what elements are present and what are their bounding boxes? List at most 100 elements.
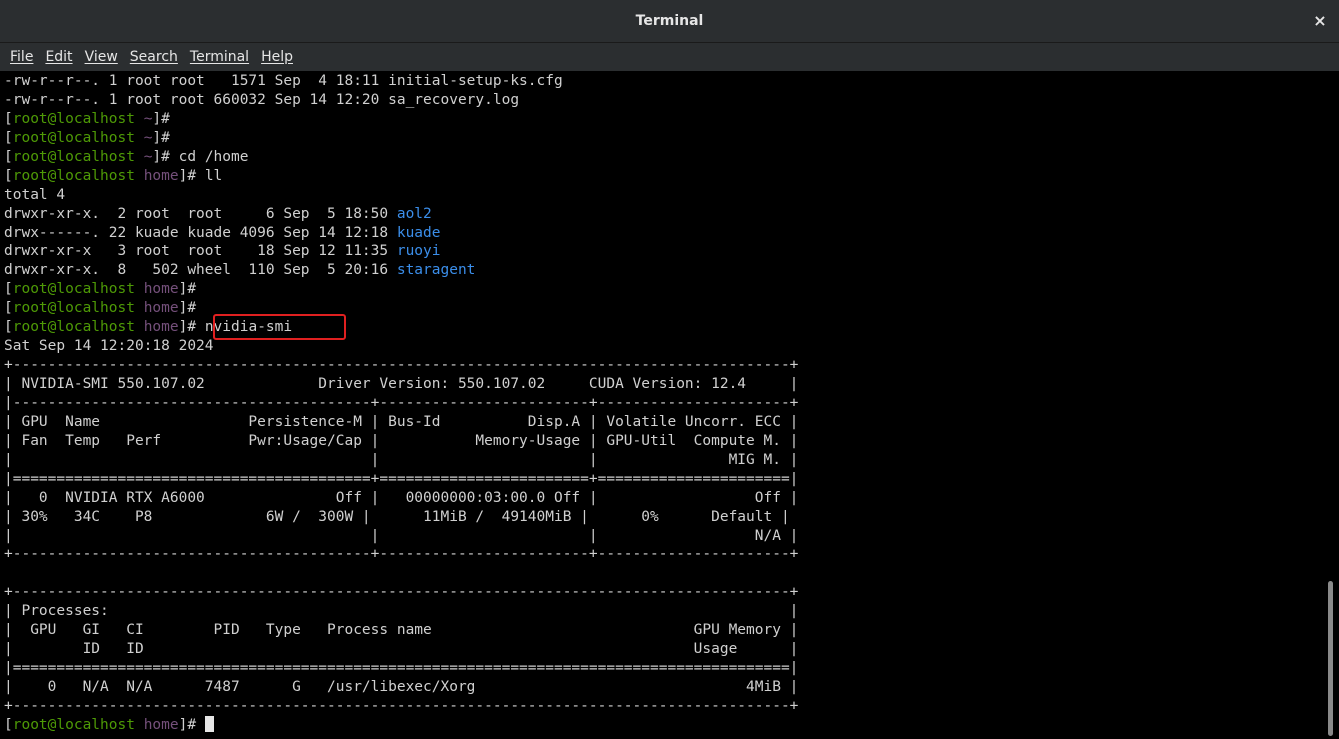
terminal-line: +---------------------------------------…	[4, 697, 798, 716]
prompt-directory: home	[143, 300, 179, 317]
prompt-suffix: ]#	[152, 129, 179, 146]
prompt-directory: home	[143, 319, 179, 336]
output-text: | GPU GI CI PID Type Process name GPU Me…	[4, 622, 799, 639]
terminal-lines: -rw-r--r--. 1 root root 1571 Sep 4 18:11…	[4, 72, 798, 735]
terminal-window: Terminal × File Edit View Search Terminal Hel…	[0, 0, 1339, 739]
prompt-suffix: ]#	[178, 167, 205, 184]
terminal-line: |=======================================…	[4, 470, 798, 489]
prompt-bracket: [	[4, 148, 13, 165]
prompt-suffix: ]#	[178, 319, 205, 336]
vertical-scrollbar[interactable]	[1322, 71, 1339, 739]
output-text: | 0 NVIDIA RTX A6000 Off | 00000000:03:0…	[4, 489, 799, 506]
terminal-line: | NVIDIA-SMI 550.107.02 Driver Version: …	[4, 375, 798, 394]
ls-directory-name: ruoyi	[396, 243, 441, 260]
output-text: |=======================================…	[4, 660, 799, 677]
terminal-line: |---------------------------------------…	[4, 394, 798, 413]
menu-edit[interactable]: Edit	[39, 43, 78, 71]
ls-entry-meta: drwxr-xr-x. 2 root root 6 Sep 5 18:50	[4, 205, 397, 222]
prompt-bracket: [	[4, 281, 13, 298]
prompt-directory: home	[143, 716, 179, 733]
prompt-user-host: root@localhost	[12, 167, 135, 184]
window-title: Terminal	[635, 13, 704, 29]
prompt-bracket: [	[4, 319, 13, 336]
prompt-suffix: ]#	[152, 110, 179, 127]
prompt-user-host: root@localhost	[12, 110, 135, 127]
output-text: Sat Sep 14 12:20:18 2024	[4, 338, 214, 355]
terminal-line: total 4	[4, 186, 798, 205]
terminal-line: -rw-r--r--. 1 root root 660032 Sep 14 12…	[4, 91, 798, 110]
scrollbar-thumb[interactable]	[1328, 581, 1333, 736]
output-text: -rw-r--r--. 1 root root 660032 Sep 14 12…	[4, 91, 520, 108]
terminal-line: | | | MIG M. |	[4, 451, 798, 470]
prompt-bracket: [	[4, 167, 13, 184]
nvidia-smi-highlight-box	[213, 314, 346, 340]
prompt-directory: home	[143, 281, 179, 298]
close-icon[interactable]: ×	[1309, 10, 1331, 32]
terminal-line: [root@localhost ~]#	[4, 129, 798, 148]
terminal-line: | Fan Temp Perf Pwr:Usage/Cap | Memory-U…	[4, 432, 798, 451]
output-text: -rw-r--r--. 1 root root 1571 Sep 4 18:11…	[4, 73, 563, 89]
ls-entry-meta: drwxr-xr-x. 8 502 wheel 110 Sep 5 20:16	[4, 262, 397, 279]
terminal-line: | 30% 34C P8 6W / 300W | 11MiB / 49140Mi…	[4, 508, 798, 527]
terminal-line: [root@localhost ~]# cd /home	[4, 148, 798, 167]
terminal-line: [root@localhost home]# nvidia-smi	[4, 318, 798, 337]
output-text: | 0 N/A N/A 7487 G /usr/libexec/Xorg 4Mi…	[4, 679, 799, 695]
terminal-line: +---------------------------------------…	[4, 583, 798, 602]
terminal-line: |=======================================…	[4, 659, 798, 678]
terminal-line: | GPU GI CI PID Type Process name GPU Me…	[4, 621, 798, 640]
menu-terminal[interactable]: Terminal	[184, 43, 255, 71]
terminal-output[interactable]: -rw-r--r--. 1 root root 1571 Sep 4 18:11…	[0, 71, 1322, 739]
prompt-bracket: [	[4, 129, 13, 146]
terminal-line: drwx------. 22 kuade kuade 4096 Sep 14 1…	[4, 224, 798, 243]
prompt-suffix: ]#	[178, 716, 205, 733]
output-text: +---------------------------------------…	[4, 584, 799, 601]
ls-directory-name: kuade	[396, 224, 441, 241]
terminal-line: -rw-r--r--. 1 root root 1571 Sep 4 18:11…	[4, 72, 798, 91]
menu-view[interactable]: View	[79, 43, 124, 71]
menu-bar: File Edit View Search Terminal Help	[0, 43, 1339, 71]
terminal-line: drwxr-xr-x 3 root root 18 Sep 12 11:35 r…	[4, 242, 798, 261]
ls-directory-name: aol2	[396, 205, 432, 222]
prompt-bracket: [	[4, 300, 13, 317]
terminal-line: | Processes: |	[4, 602, 798, 621]
title-bar[interactable]: Terminal ×	[0, 0, 1339, 43]
menu-file[interactable]: File	[4, 43, 39, 71]
command-text: cd /home	[178, 148, 249, 165]
output-text: total 4	[4, 186, 66, 203]
output-text: | ID ID Usage |	[4, 641, 799, 658]
prompt-suffix: ]#	[152, 148, 179, 165]
prompt-directory: home	[143, 167, 179, 184]
prompt-suffix: ]#	[178, 281, 205, 298]
prompt-suffix: ]#	[178, 300, 205, 317]
prompt-user-host: root@localhost	[12, 148, 135, 165]
terminal-line: | ID ID Usage |	[4, 640, 798, 659]
output-text: | NVIDIA-SMI 550.107.02 Driver Version: …	[4, 376, 799, 392]
ls-directory-name: staragent	[396, 262, 476, 279]
terminal-line: | 0 NVIDIA RTX A6000 Off | 00000000:03:0…	[4, 489, 798, 508]
terminal-line: [root@localhost home]#	[4, 715, 798, 735]
terminal-line: [root@localhost home]# ll	[4, 167, 798, 186]
terminal-line: +---------------------------------------…	[4, 545, 798, 564]
prompt-bracket: [	[4, 110, 13, 127]
prompt-user-host: root@localhost	[12, 319, 135, 336]
menu-search[interactable]: Search	[124, 43, 184, 71]
terminal-line: [root@localhost home]#	[4, 299, 798, 318]
output-text: |---------------------------------------…	[4, 394, 799, 411]
prompt-bracket: [	[4, 716, 13, 733]
terminal-line: [root@localhost home]#	[4, 280, 798, 299]
output-text: +---------------------------------------…	[4, 546, 799, 563]
ls-entry-meta: drwxr-xr-x 3 root root 18 Sep 12 11:35	[4, 243, 397, 260]
terminal-line: Sat Sep 14 12:20:18 2024	[4, 337, 798, 356]
terminal-line: | | | N/A |	[4, 527, 798, 546]
output-text: | GPU Name Persistence-M | Bus-Id Disp.A…	[4, 413, 799, 430]
ls-entry-meta: drwx------. 22 kuade kuade 4096 Sep 14 1…	[4, 224, 397, 241]
text-cursor	[204, 715, 214, 732]
output-text: +---------------------------------------…	[4, 357, 799, 374]
terminal-line: | 0 N/A N/A 7487 G /usr/libexec/Xorg 4Mi…	[4, 678, 798, 697]
menu-help[interactable]: Help	[255, 43, 299, 71]
output-text: |=======================================…	[4, 470, 799, 487]
terminal-line: +---------------------------------------…	[4, 356, 798, 375]
command-text: ll	[204, 167, 223, 184]
output-text: | Processes: |	[4, 603, 799, 620]
